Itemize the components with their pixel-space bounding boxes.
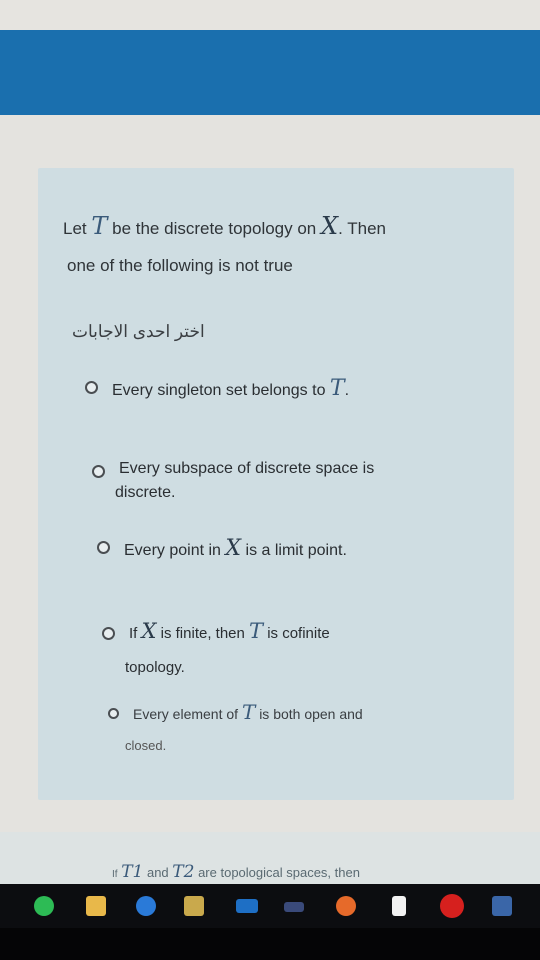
option-1-label: Every singleton set belongs to T. — [112, 376, 349, 401]
option-2-line2: discrete. — [115, 484, 176, 501]
option-2-label: Every subspace of discrete space is disc… — [115, 457, 375, 505]
document-icon[interactable] — [392, 896, 406, 916]
option-4-end: is cofinite — [267, 625, 330, 642]
radio-button[interactable] — [108, 708, 119, 719]
option-1-text: Every singleton set belongs to — [112, 382, 326, 399]
math-symbol-X: X — [141, 619, 157, 643]
next-question-text: are topological spaces, then — [198, 865, 360, 880]
math-symbol-T: T — [241, 700, 256, 724]
option-2-line1: Every subspace of discrete space is — [119, 460, 375, 477]
option-3-label: Every point in X is a limit point. — [124, 536, 347, 561]
whatsapp-icon[interactable] — [34, 896, 54, 916]
option-4-line2: topology. — [125, 659, 185, 676]
math-symbol-T2: T2 — [172, 862, 195, 882]
edge-icon[interactable] — [136, 896, 156, 916]
screen-icon[interactable] — [492, 896, 512, 916]
folder-icon[interactable] — [86, 896, 106, 916]
math-symbol-T1: T1 — [121, 862, 144, 882]
option-5-line2: closed. — [125, 738, 167, 753]
option-4-label: If X is finite, then T is cofinite topol… — [125, 614, 330, 685]
header-banner — [0, 30, 540, 115]
option-5[interactable]: Every element of T is both open and clos… — [108, 700, 363, 762]
math-symbol-X: X — [225, 536, 242, 561]
radio-button[interactable] — [85, 381, 98, 394]
option-1[interactable]: Every singleton set belongs to T. — [85, 376, 349, 401]
option-4[interactable]: If X is finite, then T is cofinite topol… — [102, 619, 330, 685]
people-icon[interactable] — [284, 902, 304, 912]
option-4-if: If — [129, 625, 138, 642]
math-symbol-T: T — [91, 212, 108, 240]
question-stem-line2: one of the following is not true — [67, 256, 293, 275]
store-icon[interactable] — [184, 896, 204, 916]
math-symbol-X: X — [321, 212, 339, 240]
monitor-bezel — [0, 928, 540, 960]
next-question-stem: If T1 and T2 are topological spaces, the… — [112, 862, 360, 882]
math-symbol-T: T — [249, 619, 264, 643]
next-question-if: If — [112, 869, 118, 880]
option-4-middle: is finite, then — [160, 625, 245, 642]
option-5-label: Every element of T is both open and clos… — [125, 696, 363, 762]
option-3-text: Every point in — [124, 542, 221, 559]
option-1-period: . — [344, 382, 350, 399]
top-bezel — [0, 0, 540, 30]
math-symbol-T: T — [329, 376, 345, 401]
option-3[interactable]: Every point in X is a limit point. — [97, 536, 347, 561]
option-5-text-end: is both open and — [259, 706, 363, 722]
instruction-text: اختر احدى الاجابات — [72, 322, 205, 341]
radio-button[interactable] — [97, 541, 110, 554]
question-middle: be the discrete topology on — [112, 219, 317, 238]
question-then: . Then — [338, 219, 386, 238]
option-2[interactable]: Every subspace of discrete space is disc… — [92, 460, 374, 505]
option-3-text-end: is a limit point. — [245, 542, 347, 559]
opera-icon[interactable] — [440, 894, 464, 918]
next-question-and: and — [146, 865, 169, 880]
question-let: Let — [63, 219, 87, 238]
radio-button[interactable] — [102, 627, 115, 640]
music-icon[interactable] — [336, 896, 356, 916]
question-stem-line1: Let T be the discrete topology on X. The… — [63, 212, 386, 240]
option-5-text: Every element of — [133, 706, 239, 722]
radio-button[interactable] — [92, 465, 105, 478]
mail-icon[interactable] — [236, 899, 258, 913]
